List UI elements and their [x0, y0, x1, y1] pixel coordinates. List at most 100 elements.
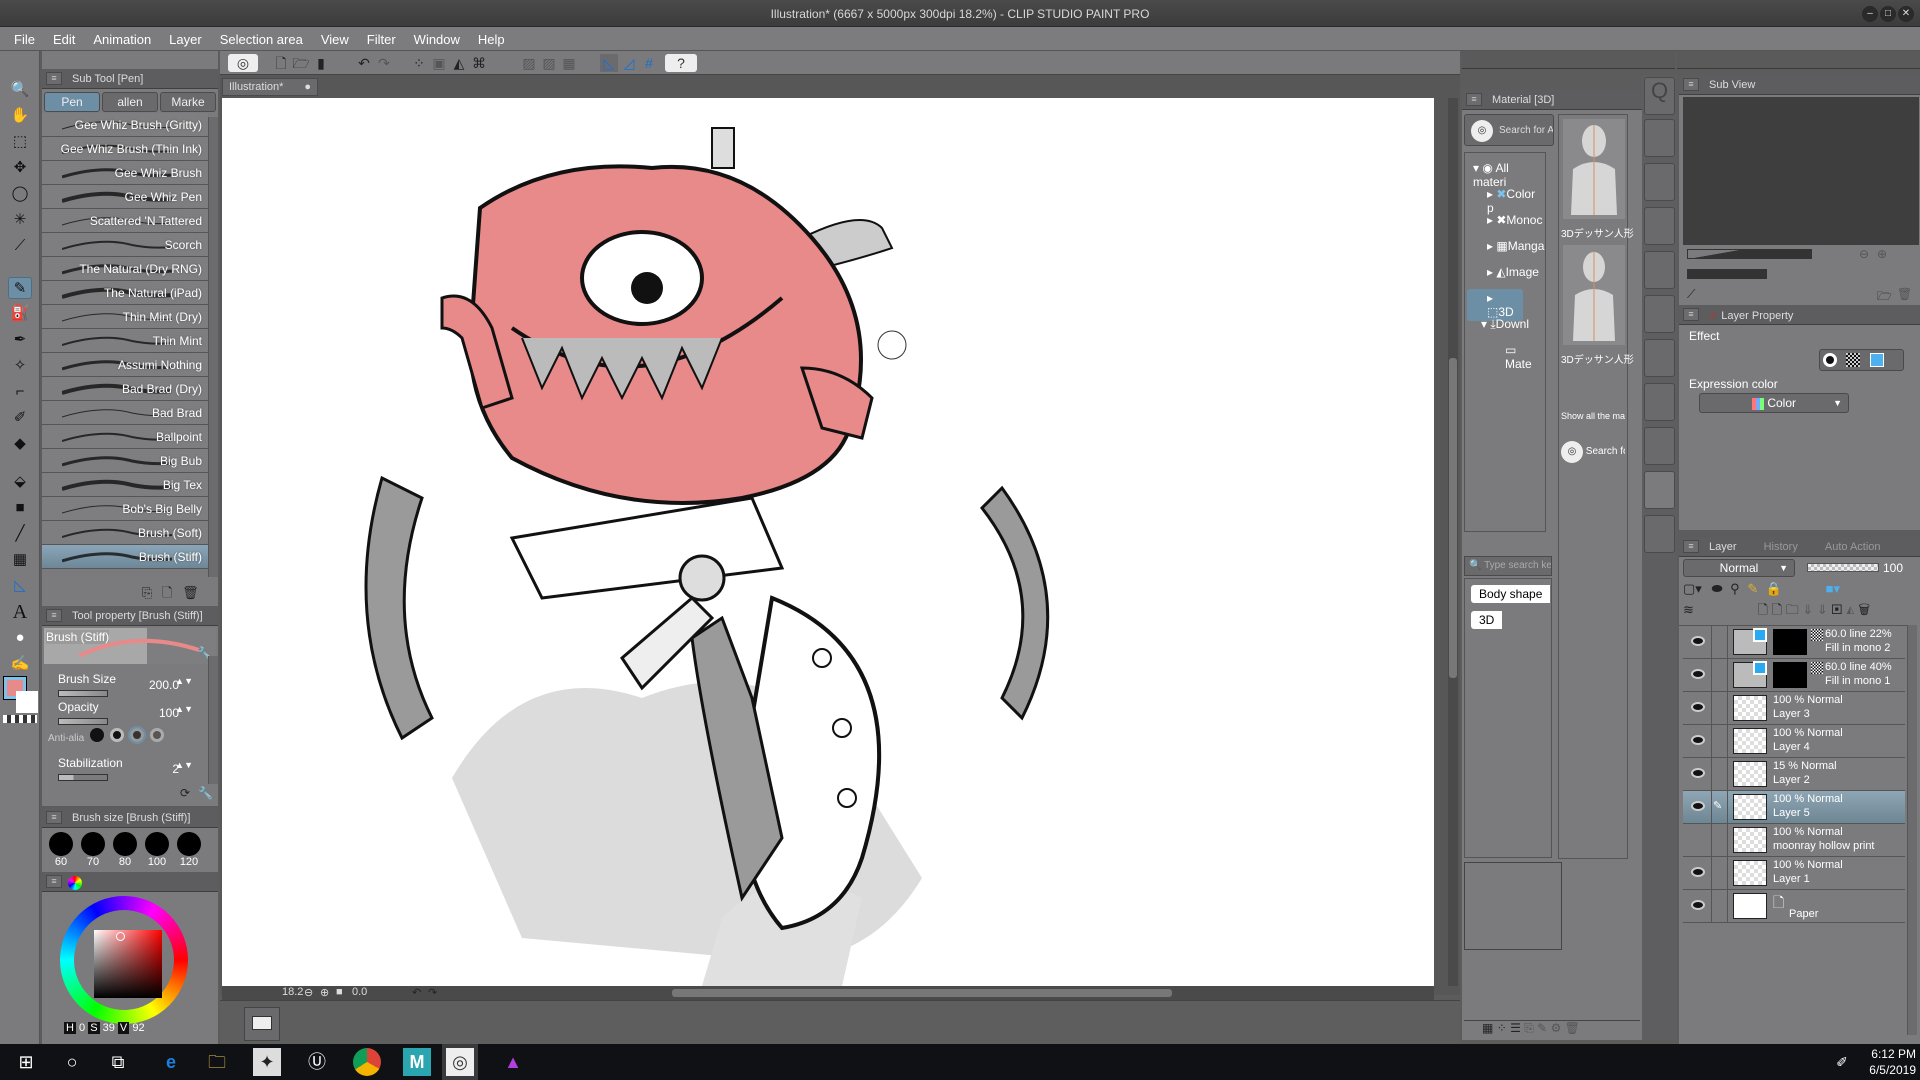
close-button[interactable]: ✕ [1898, 6, 1914, 22]
layer-row[interactable]: 15 % Normal Layer 2 [1683, 758, 1905, 791]
group-tab-marker[interactable]: Marke [160, 92, 216, 112]
new-raster-layer-icon[interactable]: 🗋 [1758, 602, 1768, 617]
menu-view[interactable]: View [312, 27, 358, 47]
panel-menu-icon[interactable]: ≡ [1683, 540, 1699, 553]
clip-studio-taskbar-icon[interactable]: ◎ [446, 1048, 474, 1076]
folder-monochrome-icon[interactable] [1644, 207, 1675, 245]
folder-tone-icon[interactable] [1644, 251, 1675, 289]
antialias-medium[interactable] [128, 726, 146, 744]
brush-list-item[interactable]: Gee Whiz Brush (Thin Ink) [42, 137, 208, 161]
brush-size-slider[interactable] [58, 690, 108, 697]
grid-snap-icon[interactable]: # [640, 54, 658, 72]
tool-property-tab[interactable]: ≡ Tool property [Brush (Stiff)] [42, 606, 218, 626]
folder-image-icon[interactable] [1644, 163, 1675, 201]
horizontal-scrollbar[interactable] [672, 989, 1172, 997]
zoom-value[interactable]: 18.2 [282, 986, 303, 998]
clip-to-layer-below-icon[interactable]: ▢▾ [1683, 581, 1702, 596]
delete-layer-icon[interactable]: 🗑 [1858, 602, 1870, 617]
border-effect-icon[interactable] [1823, 353, 1837, 367]
right-dock-collapse-strip[interactable] [1462, 51, 1675, 69]
opacity-slider[interactable] [58, 718, 108, 725]
gradient-tool-icon[interactable]: ■ [8, 497, 32, 519]
text-tool-icon[interactable]: A [8, 601, 32, 623]
brush-list-item[interactable]: Gee Whiz Brush (Gritty) [42, 113, 208, 137]
file-explorer-icon[interactable]: 🗀 [203, 1048, 231, 1076]
selection-icon[interactable]: ⁘ [410, 54, 428, 72]
chrome-icon[interactable] [353, 1048, 381, 1076]
layer-row[interactable]: 100 % Normal Layer 4 [1683, 725, 1905, 758]
menu-window[interactable]: Window [405, 27, 469, 47]
edge-icon[interactable]: e [157, 1048, 185, 1076]
layer-property-tab[interactable]: ≡ ✓ Layer Property [1679, 305, 1920, 325]
brush-size-preset[interactable]: 100 [142, 832, 172, 876]
layer-color-toggle-icon[interactable]: ■▾ [1826, 581, 1840, 596]
menu-help[interactable]: Help [469, 27, 514, 47]
brush-size-preset[interactable]: 70 [78, 832, 108, 876]
search-for-additional-materials-button[interactable]: ◎ Search for Ad [1464, 114, 1554, 146]
tag-3d[interactable]: 3D [1471, 611, 1503, 629]
tab-history[interactable]: History [1764, 541, 1798, 553]
expression-color-dropdown[interactable]: Color ▼ [1699, 393, 1849, 413]
layer-color-icon[interactable] [1869, 353, 1884, 367]
tool-property-scrollbar[interactable] [208, 656, 218, 784]
special-ruler-snap-icon[interactable]: ◿ [620, 54, 638, 72]
minimize-button[interactable]: – [1862, 6, 1878, 22]
brush-list-item[interactable]: Bad Brad (Dry) [42, 377, 208, 401]
auto-select-tool-icon[interactable]: ✳ [8, 209, 32, 231]
menu-animation[interactable]: Animation [84, 27, 160, 47]
open-file-icon[interactable]: 🗁 [292, 54, 310, 72]
clear-icon[interactable]: ▨ [520, 54, 538, 72]
brush-list-item[interactable]: The Natural (iPad) [42, 281, 208, 305]
opacity-stepper[interactable]: ▲▼ [175, 704, 193, 714]
material-item-3d-drawing-doll[interactable] [1563, 245, 1625, 345]
tree-item-manga[interactable]: ▸ ▦Manga [1487, 239, 1544, 253]
tree-item-material[interactable]: ▭ Mate [1505, 343, 1545, 371]
folder-landscape-icon[interactable] [1644, 383, 1675, 421]
ruler-tool-icon[interactable]: ◺ [8, 575, 32, 597]
start-icon[interactable]: ⊞ [12, 1048, 40, 1076]
frame-tool-icon[interactable]: ▦ [8, 549, 32, 571]
fill-selection-icon[interactable]: ▨ [540, 54, 558, 72]
folder-brush-icon[interactable] [1644, 427, 1675, 465]
menu-layer[interactable]: Layer [160, 27, 211, 47]
sub-view-tab[interactable]: ≡ Sub View [1679, 75, 1920, 95]
menu-edit[interactable]: Edit [44, 27, 84, 47]
group-tab-pen[interactable]: Pen [44, 92, 100, 112]
help-icon[interactable]: ? [665, 54, 697, 72]
transform-icon[interactable]: ▣ [430, 54, 448, 72]
antialias-weak[interactable] [110, 728, 124, 742]
clock[interactable]: 6:12 PM 6/5/2019 [1862, 1047, 1916, 1077]
rotate-right-icon[interactable]: ↷ [428, 986, 437, 999]
lock-transparent-icon[interactable]: ✎ [1747, 581, 1758, 596]
tree-item-download[interactable]: ▾ ⤓Downl [1481, 317, 1529, 332]
folder-3d-icon[interactable] [1644, 471, 1675, 509]
material-search-icon[interactable]: Q [1644, 77, 1675, 115]
vertical-scrollbar[interactable] [1449, 358, 1457, 678]
tab-auto-action[interactable]: Auto Action [1825, 541, 1881, 553]
create-subtool-icon[interactable]: 🗋 [162, 585, 172, 600]
eyedropper-tool-icon[interactable]: ⟋ [8, 235, 32, 257]
transparent-color-swatch[interactable] [3, 715, 37, 723]
brush-list-item[interactable]: Brush (Stiff) [42, 545, 208, 569]
visibility-eye-icon[interactable] [1691, 867, 1705, 877]
stabilization-slider[interactable] [58, 774, 108, 781]
brush-list-item[interactable]: Gee Whiz Pen [42, 185, 208, 209]
layer-list-scrollbar[interactable] [1907, 625, 1917, 1035]
brush-list-item[interactable]: Scorch [42, 233, 208, 257]
lasso-tool-icon[interactable]: ◯ [8, 183, 32, 205]
brush-list-scrollbar[interactable] [208, 117, 218, 577]
panel-menu-icon[interactable]: ≡ [1683, 78, 1699, 91]
layer-row[interactable]: 100 % Normal Layer 1 [1683, 857, 1905, 890]
visibility-eye-icon[interactable] [1691, 801, 1705, 811]
brush-size-preset[interactable]: 120 [174, 832, 204, 876]
tag-body-shape[interactable]: Body shape [1471, 585, 1551, 603]
lock-layer-icon[interactable]: 🔒 [1766, 581, 1782, 596]
eyedropper-icon[interactable]: ⟋ [1687, 287, 1695, 302]
color-picker-handle[interactable] [116, 932, 125, 941]
color-panel-tabs[interactable]: ≡ [42, 872, 218, 892]
tree-item-color-pattern[interactable]: ▸ ✖Color p [1487, 187, 1545, 215]
visibility-eye-icon[interactable] [1691, 636, 1705, 646]
undo-icon[interactable]: ↶ [355, 54, 373, 72]
maximize-button[interactable]: □ [1880, 6, 1896, 22]
draft-layer-icon[interactable]: ⚲ [1730, 581, 1740, 596]
